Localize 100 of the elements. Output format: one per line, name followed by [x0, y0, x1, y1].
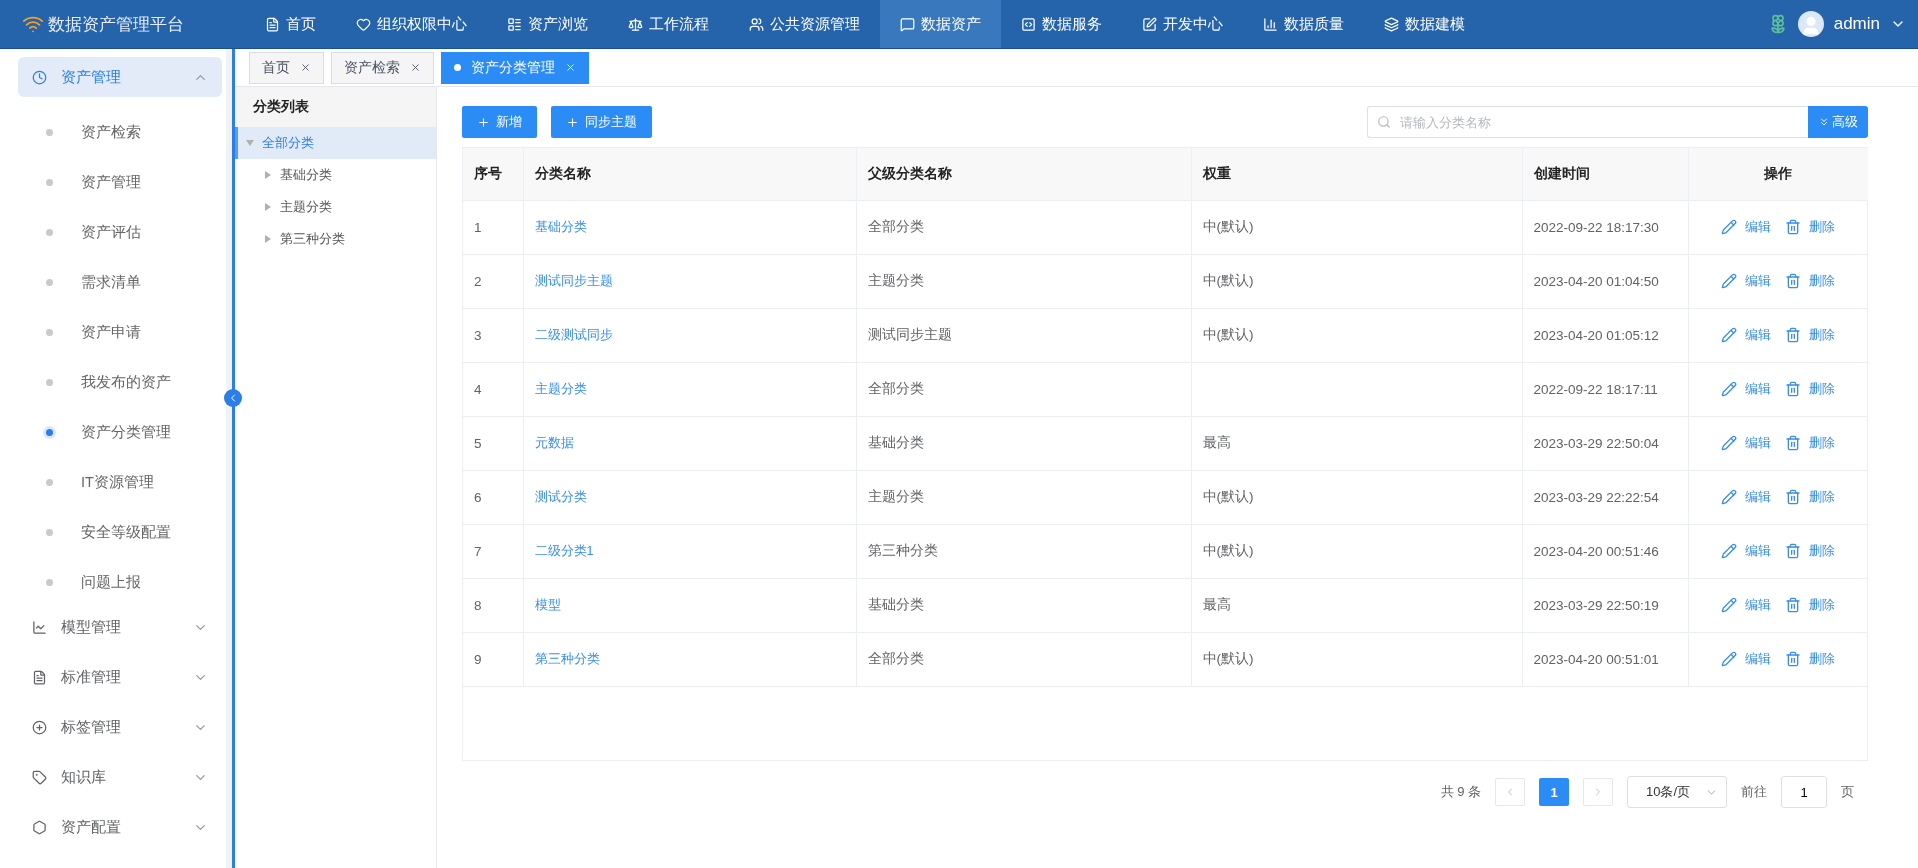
- scale-icon: [628, 16, 643, 32]
- user-name[interactable]: admin: [1833, 14, 1880, 34]
- nav-item[interactable]: 首页: [245, 0, 336, 48]
- tree-item[interactable]: 主题分类: [235, 191, 436, 223]
- sidebar-group[interactable]: 知识库: [18, 757, 222, 797]
- delete-button[interactable]: 删除: [1785, 380, 1836, 398]
- avatar[interactable]: [1797, 11, 1824, 37]
- sidebar-item[interactable]: IT资源管理: [18, 457, 226, 507]
- close-icon[interactable]: [300, 62, 311, 73]
- pencil-icon: [1721, 219, 1738, 235]
- add-button[interactable]: 新增: [462, 106, 537, 138]
- sidebar-group[interactable]: 标签管理: [18, 707, 222, 747]
- pencil-icon: [1721, 597, 1738, 613]
- trash-icon: [1785, 597, 1802, 613]
- page-suffix: 页: [1841, 783, 1854, 801]
- nav-item[interactable]: 数据资产: [880, 0, 1001, 48]
- page-number[interactable]: 1: [1539, 778, 1569, 806]
- trash-icon: [1785, 651, 1802, 667]
- column-header: 操作: [1688, 148, 1868, 200]
- page-input[interactable]: 1: [1781, 776, 1827, 808]
- sidebar-item[interactable]: 需求清单: [18, 257, 226, 307]
- table-cell: 主题分类: [856, 470, 1191, 524]
- sidebar-item[interactable]: 我发布的资产: [18, 357, 226, 407]
- nav-item[interactable]: 数据服务: [1001, 0, 1122, 48]
- table-cell: 2023-04-20 01:05:12: [1522, 308, 1688, 362]
- sidebar-item[interactable]: 安全等级配置: [18, 507, 226, 557]
- category-link[interactable]: 二级测试同步: [534, 327, 613, 342]
- category-link[interactable]: 二级分类1: [534, 543, 594, 558]
- category-link[interactable]: 模型: [534, 597, 561, 612]
- sidebar-item[interactable]: 资产申请: [18, 307, 226, 357]
- page-tab[interactable]: 资产检索: [331, 51, 434, 84]
- pencil-icon: [1721, 435, 1738, 451]
- nav-item[interactable]: 数据质量: [1243, 0, 1364, 48]
- close-icon[interactable]: [565, 62, 576, 73]
- edit-button[interactable]: 编辑: [1721, 650, 1772, 668]
- delete-button[interactable]: 删除: [1785, 326, 1836, 344]
- trash-icon: [1785, 273, 1802, 289]
- edit-button[interactable]: 编辑: [1721, 488, 1772, 506]
- nav-item[interactable]: 资产浏览: [487, 0, 608, 48]
- tree-item[interactable]: 第三种分类: [235, 223, 436, 255]
- caret-icon: [246, 139, 254, 147]
- sidebar-group[interactable]: 模型管理: [18, 607, 222, 647]
- collapse-button[interactable]: [224, 389, 242, 407]
- category-link[interactable]: 基础分类: [534, 219, 587, 234]
- edit-button[interactable]: 编辑: [1721, 596, 1772, 614]
- sidebar-group[interactable]: 标准管理: [18, 657, 222, 697]
- table-cell: 7: [463, 524, 523, 578]
- delete-button[interactable]: 删除: [1785, 596, 1836, 614]
- category-link[interactable]: 元数据: [534, 435, 574, 450]
- nav-item[interactable]: 开发中心: [1122, 0, 1243, 48]
- table-cell: 第三种分类: [856, 524, 1191, 578]
- edit-button[interactable]: 编辑: [1721, 380, 1772, 398]
- close-icon[interactable]: [410, 62, 421, 73]
- document-icon: [265, 16, 280, 32]
- sidebar-item[interactable]: 资产评估: [18, 207, 226, 257]
- edit-button[interactable]: 编辑: [1721, 434, 1772, 452]
- table-cell: 2022-09-22 18:17:11: [1522, 362, 1688, 416]
- tree-item[interactable]: 基础分类: [235, 159, 436, 191]
- delete-button[interactable]: 删除: [1785, 650, 1836, 668]
- edit-button[interactable]: 编辑: [1721, 542, 1772, 560]
- sidebar-item[interactable]: 问题上报: [18, 557, 226, 607]
- sidebar-group[interactable]: 资产配置: [18, 807, 222, 847]
- sidebar-item[interactable]: 资产分类管理: [18, 407, 226, 457]
- delete-button[interactable]: 删除: [1785, 542, 1836, 560]
- sidebar-item[interactable]: 资产管理: [18, 157, 226, 207]
- edit-button[interactable]: 编辑: [1721, 272, 1772, 290]
- search-field[interactable]: 请输入分类名称: [1367, 106, 1808, 138]
- delete-button[interactable]: 删除: [1785, 488, 1836, 506]
- category-link[interactable]: 测试同步主题: [534, 273, 613, 288]
- category-link[interactable]: 测试分类: [534, 489, 587, 504]
- page-tab[interactable]: 首页: [249, 51, 324, 84]
- category-link[interactable]: 主题分类: [534, 381, 587, 396]
- add-button[interactable]: 同步主题: [551, 106, 652, 138]
- sidebar-item[interactable]: 资产检索: [18, 107, 226, 157]
- nav-item[interactable]: 数据建模: [1364, 0, 1485, 48]
- delete-button[interactable]: 删除: [1785, 218, 1836, 236]
- table-cell: 基础分类: [856, 578, 1191, 632]
- list-icon: [507, 16, 522, 32]
- trash-icon: [1785, 381, 1802, 397]
- nav-item[interactable]: 工作流程: [608, 0, 729, 48]
- edit-button[interactable]: 编辑: [1721, 218, 1772, 236]
- plus-circle-icon: [32, 719, 47, 735]
- sidebar-group[interactable]: 资产管理: [18, 57, 222, 97]
- delete-button[interactable]: 删除: [1785, 434, 1836, 452]
- edit-button[interactable]: 编辑: [1721, 326, 1772, 344]
- delete-button[interactable]: 删除: [1785, 272, 1836, 290]
- goto-label: 前往: [1741, 783, 1767, 801]
- category-link[interactable]: 第三种分类: [534, 651, 600, 666]
- page-size-select[interactable]: 10条/页: [1627, 776, 1727, 808]
- nav-item[interactable]: 组织权限中心: [336, 0, 487, 48]
- tree-item[interactable]: 全部分类: [235, 127, 436, 159]
- table-cell: 2023-04-20 00:51:46: [1522, 524, 1688, 578]
- table-cell: 中(默认): [1191, 470, 1522, 524]
- column-header: 分类名称: [523, 148, 856, 200]
- column-header: 序号: [463, 148, 523, 200]
- advanced-button[interactable]: 高级: [1808, 106, 1868, 138]
- nav-item[interactable]: 公共资源管理: [729, 0, 880, 48]
- column-header: 父级分类名称: [856, 148, 1191, 200]
- page-tab[interactable]: 资产分类管理: [441, 51, 589, 84]
- search-icon: [1377, 115, 1391, 129]
